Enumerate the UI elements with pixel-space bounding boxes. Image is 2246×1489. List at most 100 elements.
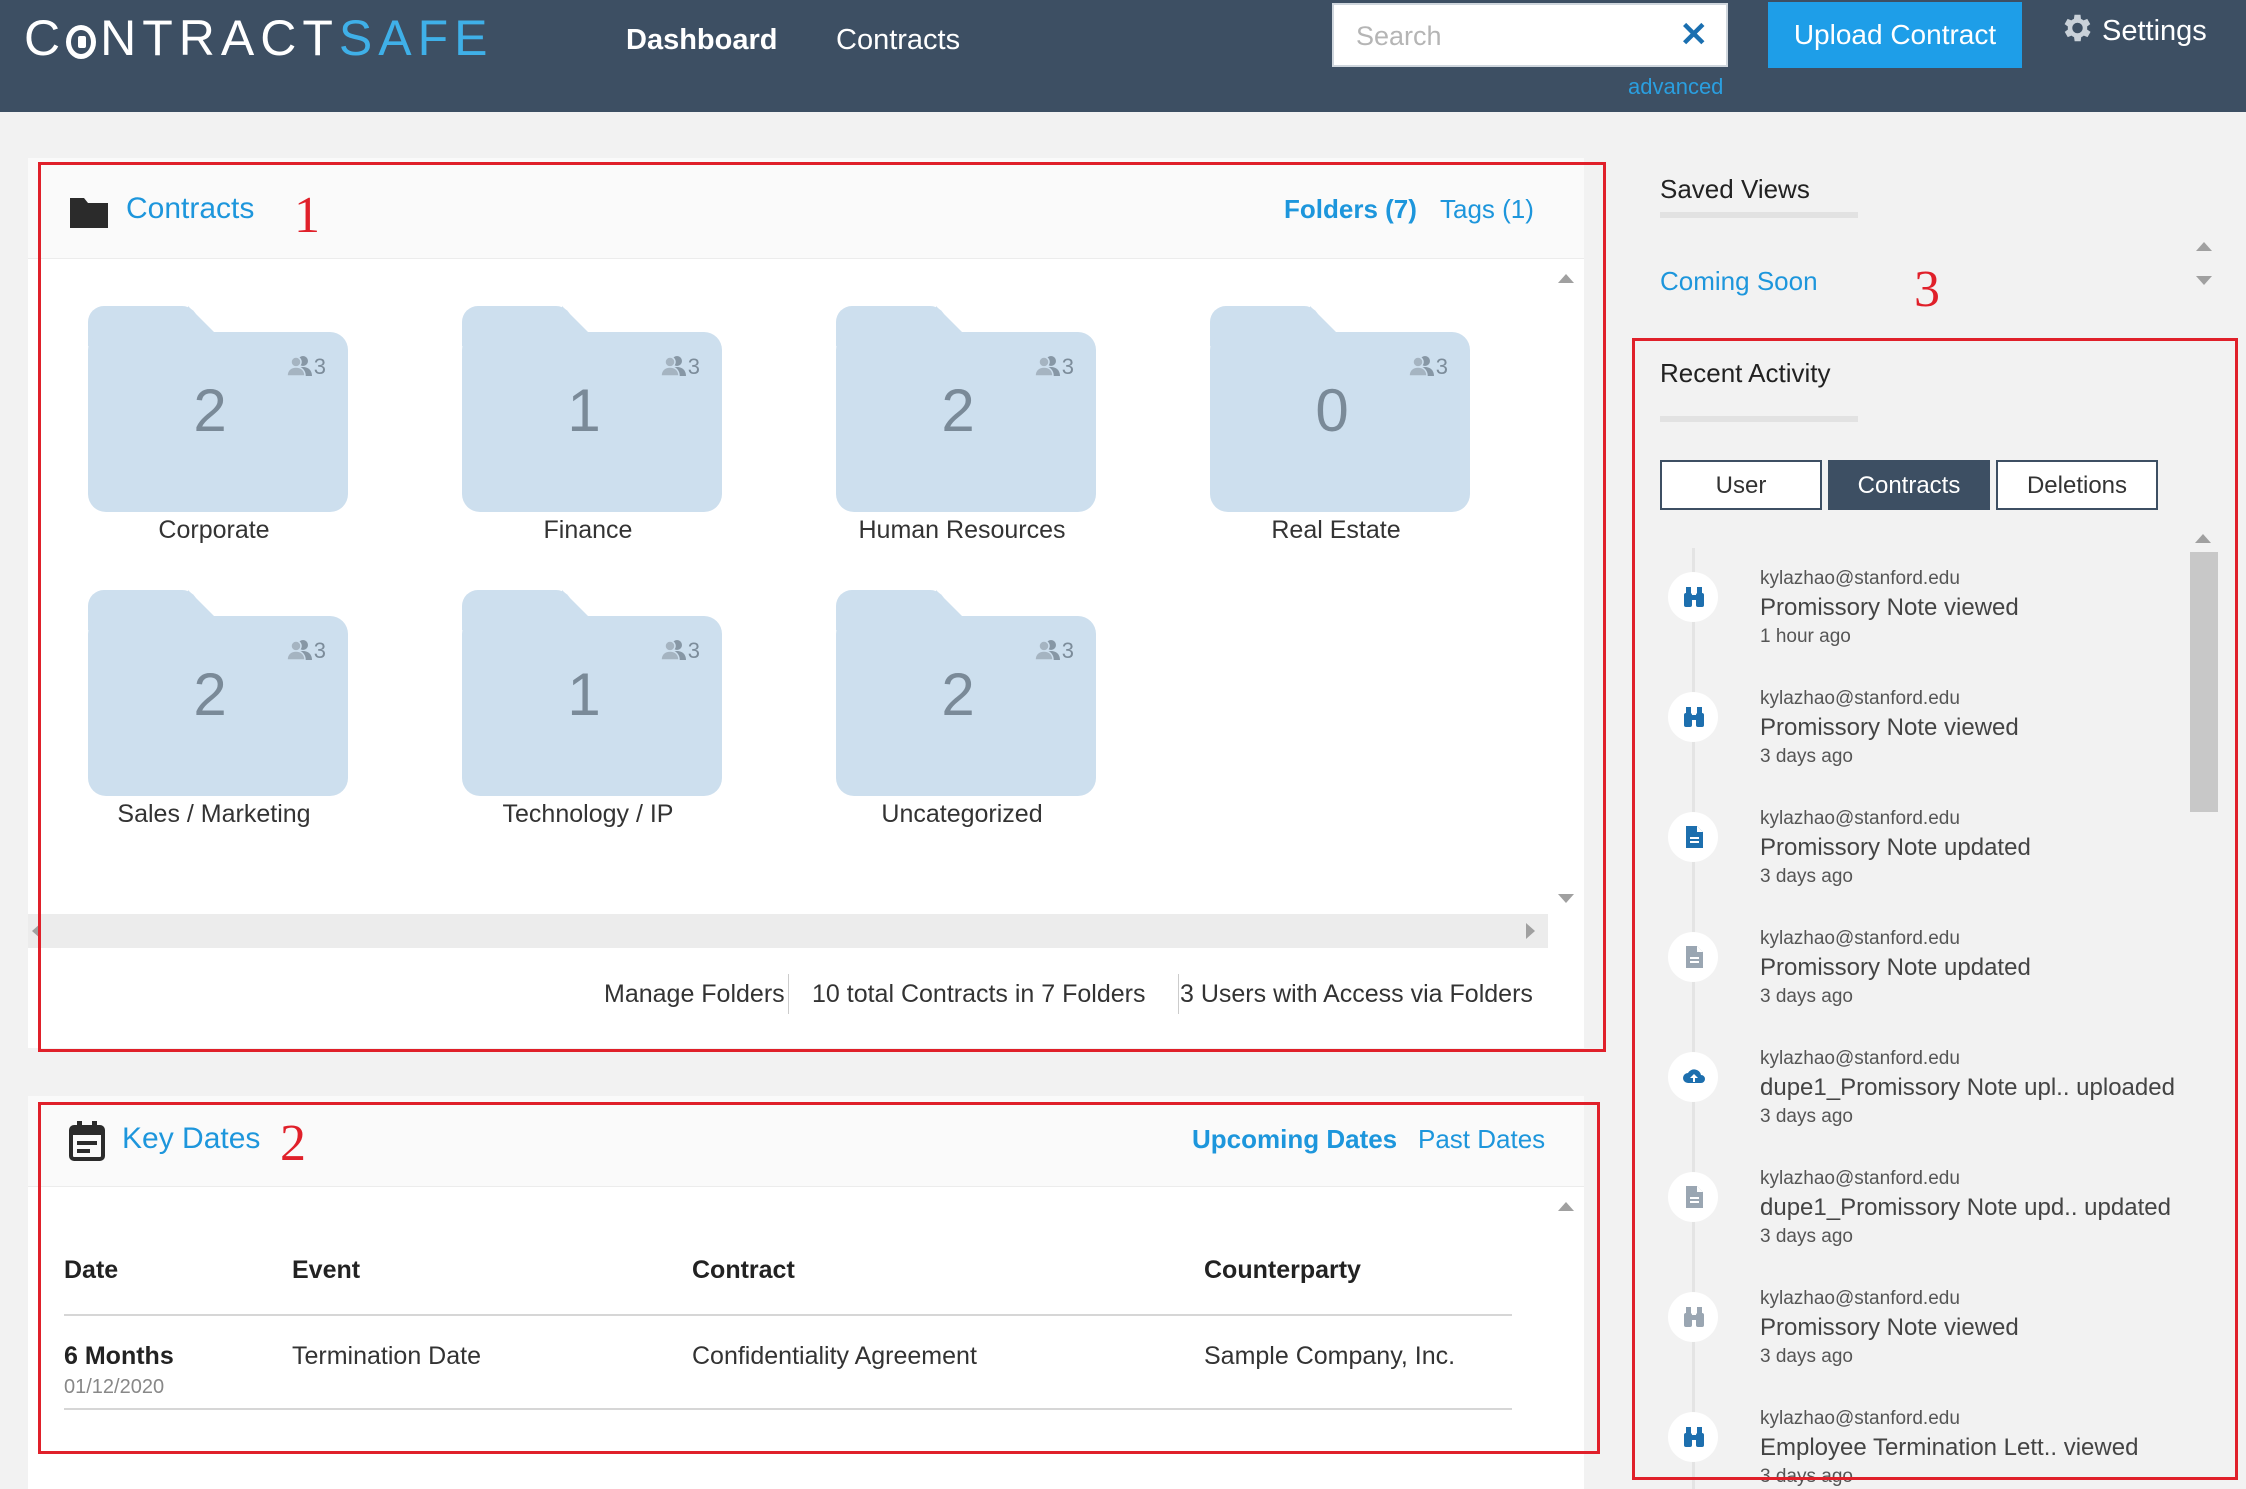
- folders-vertical-scrollbar[interactable]: [1548, 260, 1584, 928]
- upload-contract-button[interactable]: Upload Contract: [1768, 2, 2022, 68]
- annotation-number-3: 3: [1914, 261, 1940, 318]
- tab-user[interactable]: User: [1660, 460, 1822, 510]
- contractsafe-logo[interactable]: C NTRACTSAFE: [24, 8, 493, 68]
- saved-views-title: Saved Views: [1660, 174, 1810, 204]
- folder-card[interactable]: 30: [1210, 306, 1470, 512]
- logo-text-accent: SAFE: [338, 10, 494, 66]
- key-dates-panel: Key Dates Upcoming Dates Past Dates Date…: [28, 1096, 1584, 1489]
- scroll-up-arrow-icon[interactable]: [1558, 274, 1574, 283]
- folder-contract-count: 0: [1315, 377, 1349, 444]
- folder-name[interactable]: Corporate: [44, 516, 384, 545]
- activity-message[interactable]: Promissory Note viewed: [1760, 594, 2019, 622]
- activity-message[interactable]: Employee Termination Lett.. viewed: [1760, 1434, 2138, 1462]
- document-icon: [1668, 812, 1718, 862]
- contracts-panel-title[interactable]: Contracts: [126, 192, 254, 226]
- nav-dashboard[interactable]: Dashboard: [626, 18, 777, 62]
- folder-name[interactable]: Human Resources: [792, 516, 1132, 545]
- column-header-contract: Contract: [692, 1256, 795, 1284]
- scrollbar-thumb[interactable]: [2190, 552, 2218, 812]
- nav-contracts[interactable]: Contracts: [836, 18, 960, 62]
- binoculars-icon: [1668, 692, 1718, 742]
- folder-name[interactable]: Real Estate: [1166, 516, 1506, 545]
- advanced-search-link[interactable]: advanced: [1628, 74, 1723, 100]
- folder-contract-count: 2: [193, 661, 227, 728]
- activity-message[interactable]: dupe1_Promissory Note upd.. updated: [1760, 1194, 2171, 1222]
- scroll-down-arrow-icon[interactable]: [1558, 894, 1574, 903]
- row-counterparty: Sample Company, Inc.: [1204, 1342, 1456, 1370]
- top-navigation-bar: CNTRACTSAFE Dashboard Contracts ✕ advanc…: [0, 0, 2246, 112]
- activity-message[interactable]: dupe1_Promissory Note upl.. uploaded: [1760, 1074, 2175, 1102]
- folder-contract-count: 2: [941, 661, 975, 728]
- search-box: ✕: [1332, 3, 1728, 67]
- scroll-up-arrow-icon[interactable]: [2195, 534, 2211, 543]
- coming-soon-link[interactable]: Coming Soon: [1660, 266, 1818, 297]
- folder-card[interactable]: 32: [88, 590, 348, 796]
- folder-card[interactable]: 31: [462, 306, 722, 512]
- folder-card[interactable]: 32: [836, 306, 1096, 512]
- cloud-upload-icon: [1668, 1052, 1718, 1102]
- activity-user: kylazhao@stanford.edu: [1760, 568, 1960, 589]
- tab-contracts[interactable]: Contracts: [1828, 460, 1990, 510]
- folder-contract-count: 1: [567, 661, 601, 728]
- folder-contract-count: 2: [193, 377, 227, 444]
- activity-user: kylazhao@stanford.edu: [1760, 688, 1960, 709]
- activity-message[interactable]: Promissory Note viewed: [1760, 714, 2019, 742]
- document-icon: [1668, 932, 1718, 982]
- tab-past-dates[interactable]: Past Dates: [1418, 1124, 1545, 1155]
- total-contracts-text: 10 total Contracts in 7 Folders: [812, 980, 1146, 1008]
- folder-name[interactable]: Finance: [418, 516, 758, 545]
- column-header-date: Date: [64, 1256, 119, 1284]
- lock-icon: [66, 25, 97, 59]
- folder-name[interactable]: Sales / Marketing: [44, 800, 384, 829]
- users-icon: [659, 356, 686, 377]
- folders-horizontal-scrollbar[interactable]: [28, 914, 1548, 948]
- key-dates-vertical-scrollbar[interactable]: [1548, 1188, 1584, 1488]
- tab-deletions[interactable]: Deletions: [1996, 460, 2158, 510]
- users-icon: [1033, 356, 1060, 377]
- activity-time: 3 days ago: [1760, 986, 1853, 1007]
- saved-views-scroll-up-icon[interactable]: [2196, 242, 2212, 251]
- folder-name[interactable]: Technology / IP: [418, 800, 758, 829]
- scroll-right-arrow-icon[interactable]: [1526, 923, 1535, 939]
- folder-card[interactable]: 32: [836, 590, 1096, 796]
- folder-name[interactable]: Uncategorized: [792, 800, 1132, 829]
- tab-folders[interactable]: Folders (7): [1284, 194, 1417, 225]
- folder-contract-count: 2: [941, 377, 975, 444]
- folder-card[interactable]: 32: [88, 306, 348, 512]
- users-icon: [1407, 356, 1434, 377]
- activity-message[interactable]: Promissory Note viewed: [1760, 1314, 2019, 1342]
- row-date: 6 Months: [64, 1342, 174, 1370]
- search-input[interactable]: [1354, 15, 1678, 57]
- activity-time: 3 days ago: [1760, 1106, 1853, 1127]
- calendar-icon: [69, 1121, 105, 1161]
- key-dates-title[interactable]: Key Dates: [122, 1122, 260, 1156]
- scroll-up-arrow-icon[interactable]: [1558, 1202, 1574, 1211]
- annotation-number-1: 1: [294, 187, 320, 244]
- activity-message[interactable]: Promissory Note updated: [1760, 954, 2031, 982]
- activity-message[interactable]: Promissory Note updated: [1760, 834, 2031, 862]
- clear-search-icon[interactable]: ✕: [1680, 15, 1709, 55]
- folder-card[interactable]: 31: [462, 590, 722, 796]
- tab-upcoming-dates[interactable]: Upcoming Dates: [1192, 1124, 1397, 1155]
- recent-activity-title: Recent Activity: [1660, 358, 1831, 388]
- binoculars-icon: [1668, 572, 1718, 622]
- document-icon: [1668, 1172, 1718, 1222]
- logo-text-main: C NTRACT: [24, 10, 339, 66]
- row-date-sub: 01/12/2020: [64, 1376, 165, 1398]
- users-access-text: 3 Users with Access via Folders: [1180, 980, 1533, 1008]
- settings-button[interactable]: Settings: [2058, 10, 2207, 50]
- tab-tags[interactable]: Tags (1): [1440, 194, 1534, 225]
- row-contract-link[interactable]: Confidentiality Agreement: [692, 1342, 977, 1371]
- folder-contract-count: 1: [567, 377, 601, 444]
- scroll-left-arrow-icon[interactable]: [32, 923, 41, 939]
- activity-user: kylazhao@stanford.edu: [1760, 1288, 1960, 1309]
- folder-icon: [70, 198, 108, 228]
- users-icon: [1033, 640, 1060, 661]
- activity-user: kylazhao@stanford.edu: [1760, 1048, 1960, 1069]
- manage-folders-link[interactable]: Manage Folders: [604, 980, 785, 1009]
- activity-scrollbar[interactable]: [2188, 530, 2218, 1480]
- saved-views-scroll-down-icon[interactable]: [2196, 276, 2212, 285]
- activity-user: kylazhao@stanford.edu: [1760, 1168, 1960, 1189]
- activity-time: 3 days ago: [1760, 1466, 1853, 1487]
- activity-time: 1 hour ago: [1760, 626, 1851, 647]
